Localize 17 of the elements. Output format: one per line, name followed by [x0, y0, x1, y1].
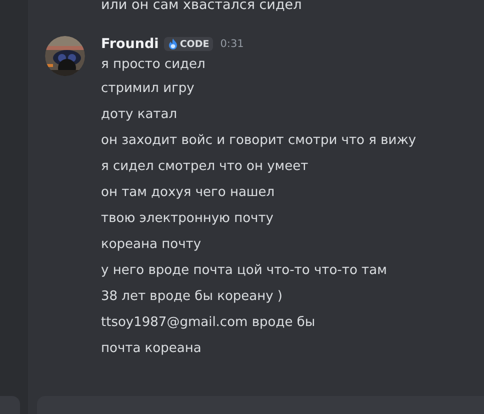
message-text: твою электронную почту [101, 210, 275, 228]
username[interactable]: Froundi [101, 36, 159, 52]
message-text: 38 лет вроде бы кореану ) [101, 288, 284, 306]
message-text: почта кореана [101, 340, 202, 358]
message-text: стримил игру [101, 80, 196, 98]
message-text: кореана почту [101, 236, 202, 254]
flame-icon [166, 38, 179, 50]
timestamp: 0:31 [220, 38, 244, 50]
message-text: у него вроде почта цой что-то что-то там [101, 262, 388, 280]
message-text: он там дохуя чего нашел [101, 184, 276, 202]
message-text: ttsoy1987@gmail.com вроде бы [101, 314, 316, 332]
message-text: он заходит войс и говорит смотри что я вижу [101, 132, 416, 150]
guild-tag: CODE [164, 37, 214, 51]
message-text: или он сам хвастался сидел [101, 0, 303, 14]
message-text: я просто сидел [101, 56, 206, 74]
message-text: я сидел смотрел что он умеет [101, 158, 310, 176]
message-text: доту катал [101, 106, 178, 124]
